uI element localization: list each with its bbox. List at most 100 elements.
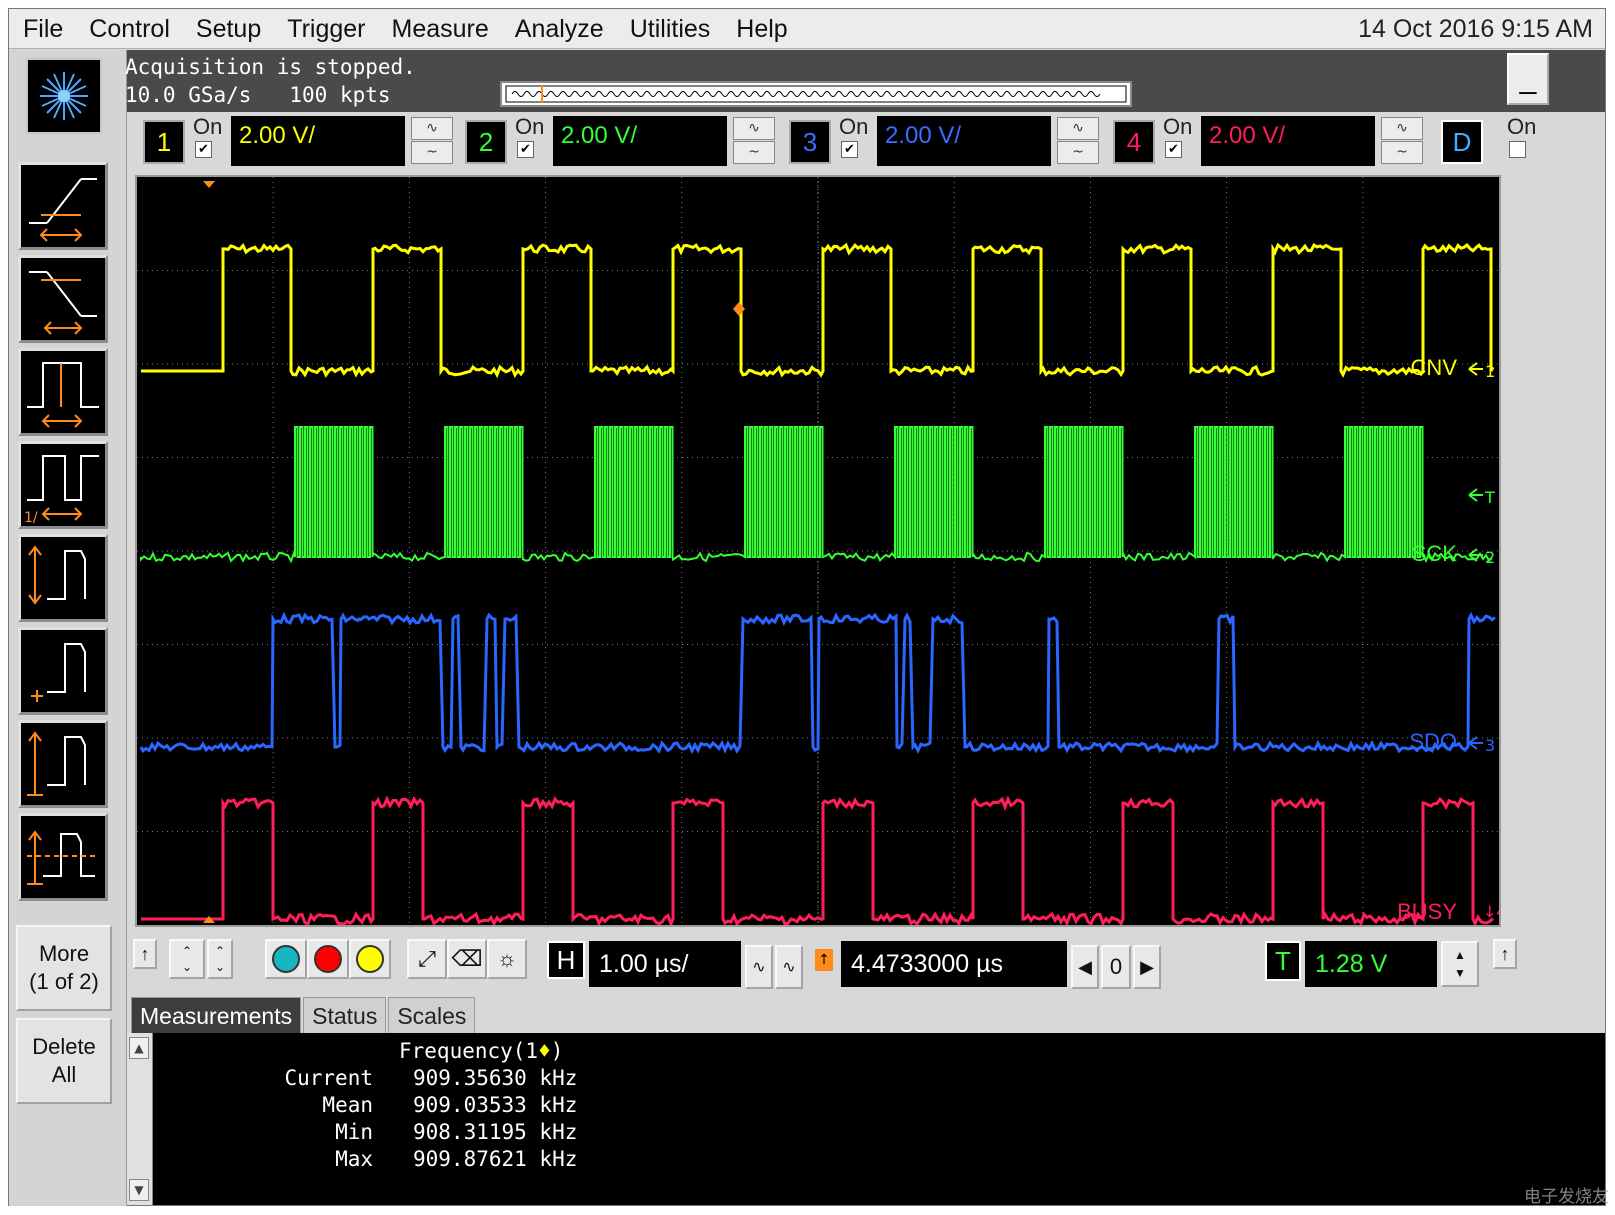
trigger-level-stepper[interactable]: ▲ ▼ <box>1441 941 1479 987</box>
channel-3-button[interactable]: 3 <box>789 120 831 164</box>
rise-time-icon <box>28 545 86 605</box>
menu-measure[interactable]: Measure <box>379 9 502 49</box>
menu-analyze[interactable]: Analyze <box>502 9 617 49</box>
waveform-canvas: CNV 1 T SCK 2 SDO 3 BUSY ↓4 <box>137 177 1499 925</box>
horizontal-scale-field[interactable]: 1.00 µs/ <box>589 941 741 987</box>
channel-3-dc-coupling-icon[interactable]: ~ <box>1057 141 1099 164</box>
digital-on-label: On <box>1507 114 1537 139</box>
channel-2-on-checkbox[interactable]: ✔ <box>517 141 534 158</box>
channel-1-button[interactable]: 1 <box>143 120 185 164</box>
watermark-logo: 电子发烧友 <box>1524 1187 1609 1207</box>
menu-file[interactable]: File <box>9 9 76 49</box>
more-label: More <box>38 941 90 966</box>
channel-settings-row: 1 On ✔ 2.00 V/ ∿ ~ 2 On ✔ 2.00 V/ ∿ ~ 3 On… <box>127 112 1605 170</box>
channel-3-ac-coupling-icon[interactable]: ∿ <box>1057 117 1099 140</box>
channel-1-on-checkbox[interactable]: ✔ <box>195 141 212 158</box>
trigger-button[interactable]: T <box>1265 941 1301 981</box>
minimize-button[interactable]: _ <box>1507 53 1549 105</box>
falling-edge-trigger-button[interactable] <box>18 255 108 343</box>
channel-4-ac-coupling-icon[interactable]: ∿ <box>1381 117 1423 140</box>
channel-2-dc-coupling-icon[interactable]: ~ <box>733 141 775 164</box>
horizontal-fine-icon[interactable]: ∿ <box>745 945 773 989</box>
measurement-title-suffix: ) <box>550 1039 564 1063</box>
stop-button[interactable] <box>307 939 349 979</box>
channel-4-scale-field[interactable]: 2.00 V/ <box>1201 116 1375 166</box>
channel-3-scale-stepper[interactable]: ∿ ~ <box>1057 117 1099 165</box>
digital-on-checkbox[interactable] <box>1509 141 1526 158</box>
pulse-width-trigger-button[interactable] <box>18 348 108 436</box>
tab-measurements[interactable]: Measurements <box>131 997 302 1035</box>
autoscale-icon[interactable]: ⤢ <box>407 939 447 979</box>
clear-display-icon[interactable]: ⌫ <box>447 939 487 979</box>
tab-scales[interactable]: Scales <box>388 997 476 1035</box>
memory-overview-bar[interactable] <box>500 81 1132 107</box>
measurement-label-current: Current <box>284 1066 373 1090</box>
channel-1-ground-marker-number: 1 <box>1485 362 1495 381</box>
menu-trigger[interactable]: Trigger <box>274 9 378 49</box>
delay-increase-icon[interactable]: ▶ <box>1133 945 1161 989</box>
brightness-icon[interactable]: ☼ <box>487 939 527 979</box>
trigger-level-marker-arrow <box>1468 488 1483 502</box>
channel-1-ac-coupling-icon[interactable]: ∿ <box>411 117 453 140</box>
menu-control[interactable]: Control <box>76 9 183 49</box>
scroll-up-icon[interactable]: ↑ <box>133 939 157 969</box>
run-button[interactable] <box>265 939 307 979</box>
trigger-level-field[interactable]: 1.28 V <box>1305 941 1437 987</box>
channel-4-scale-stepper[interactable]: ∿ ~ <box>1381 117 1423 165</box>
channel-2-button[interactable]: 2 <box>465 120 507 164</box>
tab-status[interactable]: Status <box>303 997 387 1035</box>
measurement-label-mean: Mean <box>322 1093 373 1117</box>
scroll-up-arrow-icon[interactable]: ▲ <box>129 1037 149 1059</box>
measurement-value-current: 909.35630 kHz <box>413 1066 578 1090</box>
channel-1-dc-coupling-icon[interactable]: ~ <box>411 141 453 164</box>
measurement-label-max: Max <box>335 1147 373 1171</box>
digital-channels-button[interactable]: D <box>1441 120 1483 164</box>
channel-4-button[interactable]: 4 <box>1113 120 1155 164</box>
waveform-display[interactable]: CNV 1 T SCK 2 SDO 3 BUSY ↓4 <box>135 175 1501 927</box>
vertical-position-stepper[interactable]: ⌃ ⌄ <box>207 939 233 979</box>
measurement-label-min: Min <box>335 1120 373 1144</box>
delay-reference-button[interactable]: 0 <box>1101 945 1131 989</box>
more-sub-label: (1 of 2) <box>29 969 99 994</box>
rise-time-trigger-button[interactable] <box>18 534 108 622</box>
brand-logo-icon <box>26 58 102 134</box>
delete-all-button[interactable]: Delete All <box>16 1018 112 1104</box>
window-trigger-button[interactable] <box>18 813 108 901</box>
channel-1-ground-marker-arrow <box>1468 362 1483 376</box>
channel-3-ground-marker-number: 3 <box>1485 736 1495 755</box>
single-button[interactable] <box>349 939 391 979</box>
channel-3-scale-field[interactable]: 2.00 V/ <box>877 116 1051 166</box>
measurement-value-mean: 909.03533 kHz <box>413 1093 578 1117</box>
channel-4-ground-marker: ↓4 <box>1483 902 1499 921</box>
channel-2-scale-field[interactable]: 2.00 V/ <box>553 116 727 166</box>
menu-setup[interactable]: Setup <box>183 9 274 49</box>
runt-trigger-button[interactable] <box>18 627 108 715</box>
delete-label: Delete <box>32 1034 96 1059</box>
menu-utilities[interactable]: Utilities <box>617 9 724 49</box>
channel-4-on-checkbox[interactable]: ✔ <box>1165 141 1182 158</box>
cnv-label: CNV <box>1411 355 1458 380</box>
channel-2-scale-stepper[interactable]: ∿ ~ <box>733 117 775 165</box>
channel-1-scale-stepper[interactable]: ∿ ~ <box>411 117 453 165</box>
delay-decrease-icon[interactable]: ◀ <box>1071 945 1099 989</box>
channel-4-dc-coupling-icon[interactable]: ~ <box>1381 141 1423 164</box>
rising-edge-trigger-button[interactable] <box>18 162 108 250</box>
period-trigger-button[interactable]: 1/ <box>18 441 108 529</box>
channel-1-source-icon: ♦ <box>538 1039 551 1063</box>
horizontal-button[interactable]: H <box>547 941 585 979</box>
channel-2-ac-coupling-icon[interactable]: ∿ <box>733 117 775 140</box>
horizontal-delay-field[interactable]: 4.4733000 µs <box>841 941 1067 987</box>
transition-trigger-button[interactable] <box>18 720 108 808</box>
channel-3-on-checkbox[interactable]: ✔ <box>841 141 858 158</box>
menu-help[interactable]: Help <box>723 9 800 49</box>
channel-1-scale-field[interactable]: 2.00 V/ <box>231 116 405 166</box>
measurement-scrollbar[interactable]: ▲ ▼ <box>127 1033 153 1205</box>
horizontal-coarse-icon[interactable]: ∿ <box>775 945 803 989</box>
channel-4-on-label: On <box>1163 114 1193 139</box>
vertical-zoom-stepper[interactable]: ⌃ ⌄ <box>169 939 205 979</box>
panel-up-icon[interactable]: ↑ <box>1493 939 1517 969</box>
scroll-down-arrow-icon[interactable]: ▼ <box>129 1179 149 1201</box>
measurement-title: Frequency(1♦) <box>399 1039 563 1063</box>
channel-3-ground-marker-arrow <box>1468 736 1483 750</box>
more-menu-button[interactable]: More (1 of 2) <box>16 925 112 1011</box>
